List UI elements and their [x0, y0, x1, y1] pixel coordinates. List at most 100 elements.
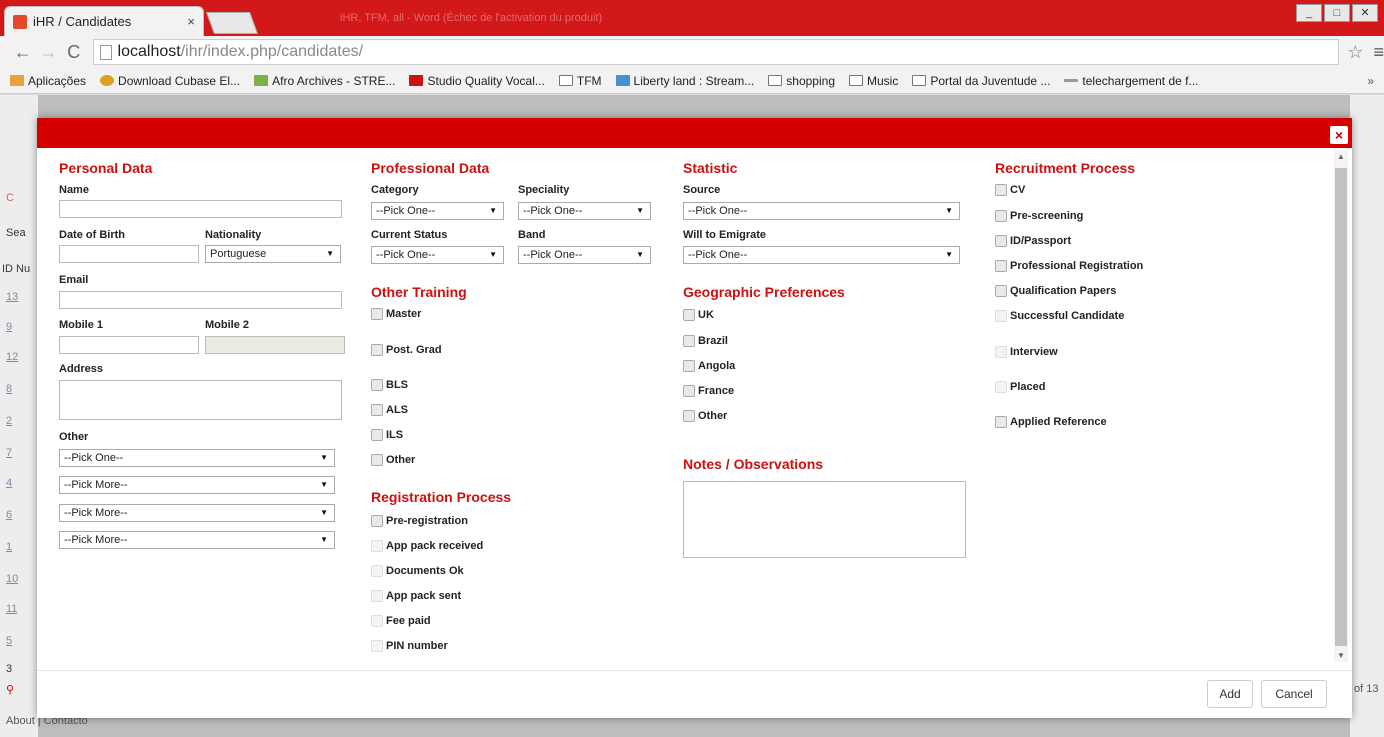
notes-field[interactable] — [683, 481, 966, 558]
bookmark-item[interactable]: Afro Archives - STRE... — [254, 74, 395, 88]
checkbox-icon — [371, 515, 383, 527]
folder-icon — [558, 75, 573, 86]
recruitment-checkbox[interactable]: Interview — [995, 346, 1058, 358]
maximize-icon[interactable]: □ — [1324, 4, 1350, 22]
checkbox-icon — [995, 416, 1007, 428]
training-checkbox-als[interactable]: ALS — [371, 404, 408, 416]
emigrate-select[interactable]: --Pick One-- — [683, 246, 960, 264]
recruitment-checkbox[interactable]: Qualification Papers — [995, 285, 1116, 297]
nationality-select[interactable]: Portuguese — [205, 245, 341, 263]
bookmarks-bar: Aplicações Download Cubase El... Afro Ar… — [0, 68, 1384, 94]
address-field[interactable] — [59, 380, 342, 420]
new-tab-button[interactable] — [205, 12, 259, 34]
geo-checkbox-other[interactable]: Other — [683, 410, 727, 422]
registration-checkbox[interactable]: PIN number — [371, 640, 448, 652]
bg-id-link: 2 — [6, 415, 13, 427]
address-label: Address — [59, 363, 104, 375]
checkbox-icon — [683, 335, 695, 347]
training-checkbox-bls[interactable]: BLS — [371, 379, 408, 391]
modal-header: × — [37, 118, 1352, 148]
reload-icon[interactable]: C — [61, 42, 87, 63]
checkbox-icon — [995, 285, 1007, 297]
bg-id-link: 10 — [6, 573, 19, 585]
bookmarks-more-icon[interactable]: » — [1367, 74, 1374, 88]
scroll-down-icon[interactable]: ▼ — [1334, 651, 1348, 660]
bg-id-link: 8 — [6, 383, 13, 395]
forward-arrow-icon[interactable]: → — [36, 42, 62, 63]
browser-tab[interactable]: iHR / Candidates × — [4, 6, 204, 36]
recruitment-checkbox[interactable]: ID/Passport — [995, 235, 1071, 247]
current-status-select[interactable]: --Pick One-- — [371, 246, 504, 264]
email-field[interactable] — [59, 291, 342, 309]
bookmark-item[interactable]: Studio Quality Vocal... — [409, 74, 545, 88]
bookmark-folder[interactable]: Music — [849, 74, 898, 88]
checkbox-icon — [995, 346, 1007, 358]
registration-checkbox[interactable]: App pack sent — [371, 590, 461, 602]
geo-checkbox-france[interactable]: France — [683, 385, 734, 397]
url-input[interactable]: localhost/ihr/index.php/candidates/ — [92, 39, 1340, 65]
recruitment-checkbox[interactable]: Applied Reference — [995, 416, 1107, 428]
geo-checkbox-angola[interactable]: Angola — [683, 360, 735, 372]
band-label: Band — [518, 229, 546, 241]
band-select[interactable]: --Pick One-- — [518, 246, 651, 264]
other-multi-select[interactable]: --Pick More-- — [59, 504, 335, 522]
notes-title: Notes / Observations — [683, 456, 824, 472]
registration-checkbox[interactable]: Documents Ok — [371, 565, 464, 577]
checkbox-icon — [371, 615, 383, 627]
name-field[interactable] — [59, 200, 342, 218]
recruitment-checkbox[interactable]: Professional Registration — [995, 260, 1143, 272]
category-select[interactable]: --Pick One-- — [371, 202, 504, 220]
professional-data-title: Professional Data — [371, 160, 490, 176]
recruitment-checkbox[interactable]: CV — [995, 184, 1025, 196]
folder-icon — [849, 75, 863, 86]
checkbox-icon — [683, 385, 695, 397]
other-multi-select[interactable]: --Pick More-- — [59, 476, 335, 494]
registration-checkbox[interactable]: App pack received — [371, 540, 483, 552]
training-checkbox-postgrad[interactable]: Post. Grad — [371, 344, 442, 356]
recruitment-checkbox[interactable]: Pre-screening — [995, 210, 1083, 222]
checkbox-icon — [683, 410, 695, 422]
checkbox-icon — [683, 309, 695, 321]
scroll-up-icon[interactable]: ▲ — [1334, 152, 1348, 161]
close-window-icon[interactable]: ✕ — [1352, 4, 1378, 22]
registration-checkbox[interactable]: Fee paid — [371, 615, 431, 627]
bg-id-link: 13 — [6, 291, 19, 303]
other-multi-select[interactable]: --Pick More-- — [59, 531, 335, 549]
mobile1-field[interactable] — [59, 336, 199, 354]
bookmark-star-icon[interactable]: ☆ — [1347, 42, 1363, 63]
menu-icon[interactable]: ≡ — [1373, 42, 1384, 63]
other-select[interactable]: --Pick One-- — [59, 449, 335, 467]
recruitment-checkbox[interactable]: Successful Candidate — [995, 310, 1124, 322]
bg-label: C — [6, 192, 14, 204]
minimize-icon[interactable]: _ — [1296, 4, 1322, 22]
url-host: localhost — [117, 43, 181, 60]
cancel-button[interactable]: Cancel — [1261, 680, 1327, 708]
recruitment-checkbox[interactable]: Placed — [995, 381, 1045, 393]
source-select[interactable]: --Pick One-- — [683, 202, 960, 220]
modal-close-button[interactable]: × — [1330, 126, 1348, 144]
training-checkbox-other[interactable]: Other — [371, 454, 415, 466]
bookmark-item[interactable]: Portal da Juventude ... — [912, 74, 1050, 88]
registration-checkbox[interactable]: Pre-registration — [371, 515, 468, 527]
bookmark-item[interactable]: telechargement de f... — [1064, 74, 1199, 88]
checkbox-icon — [371, 540, 383, 552]
training-checkbox-ils[interactable]: ILS — [371, 429, 403, 441]
dob-field[interactable] — [59, 245, 199, 263]
bookmark-folder[interactable]: shopping — [768, 74, 835, 88]
modal-scrollbar[interactable]: ▲ ▼ — [1334, 150, 1348, 662]
geo-checkbox-uk[interactable]: UK — [683, 309, 714, 321]
tab-close-icon[interactable]: × — [187, 14, 195, 29]
back-arrow-icon[interactable]: ← — [10, 42, 36, 63]
other-training-title: Other Training — [371, 284, 467, 300]
geo-checkbox-brazil[interactable]: Brazil — [683, 335, 728, 347]
bookmark-item[interactable]: Aplicações — [10, 74, 86, 88]
mobile2-field[interactable] — [205, 336, 345, 354]
scrollbar-thumb[interactable] — [1335, 168, 1347, 646]
bookmark-folder[interactable]: TFM — [558, 74, 602, 88]
bookmark-item[interactable]: Liberty land : Stream... — [615, 74, 754, 88]
bg-id-link: 4 — [6, 477, 13, 489]
bookmark-item[interactable]: Download Cubase El... — [100, 74, 240, 88]
training-checkbox-master[interactable]: Master — [371, 308, 421, 320]
add-button[interactable]: Add — [1207, 680, 1253, 708]
speciality-select[interactable]: --Pick One-- — [518, 202, 651, 220]
